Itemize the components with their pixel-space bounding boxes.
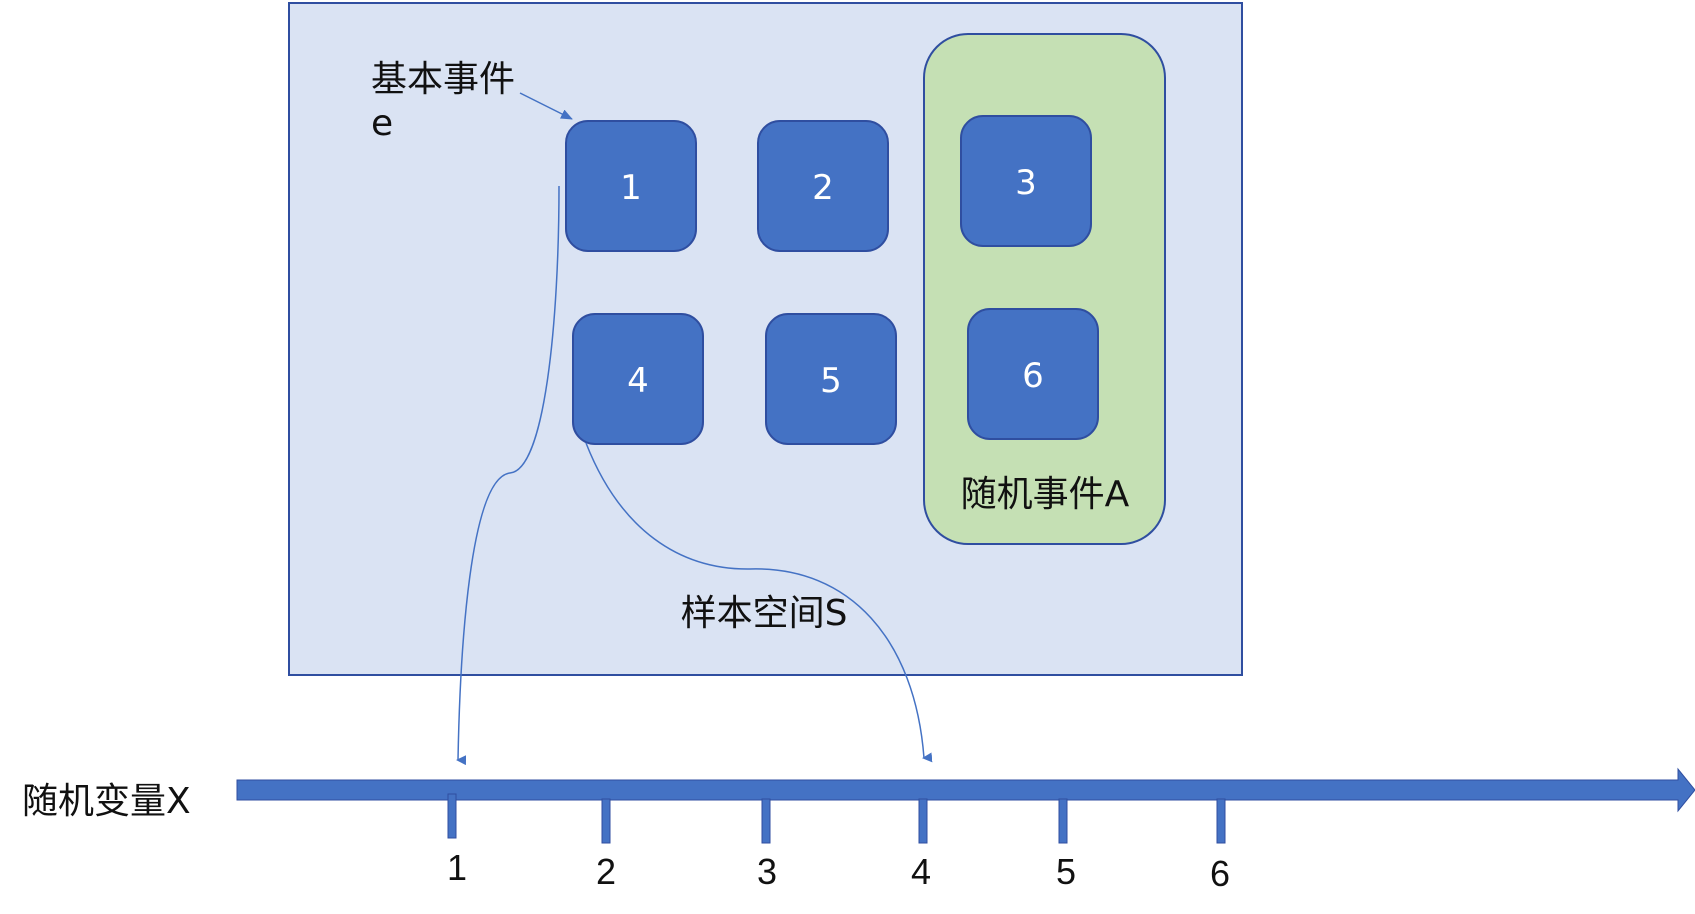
outcome-label-2: 2	[812, 168, 834, 208]
event-a-label: 随机事件A	[961, 474, 1130, 515]
outcome-label-5: 5	[820, 361, 842, 401]
axis-tick-3	[761, 798, 771, 844]
outcome-label-6: 6	[1022, 356, 1044, 396]
outcome-box-1: 1	[565, 120, 697, 252]
elementary-event-label-line1: 基本事件	[371, 59, 515, 100]
axis-tick-label-2: 2	[596, 851, 616, 892]
axis-tick-label-5: 5	[1056, 851, 1076, 892]
outcome-box-3: 3	[960, 115, 1092, 247]
outcome-box-6: 6	[967, 308, 1099, 440]
axis-label: 随机变量X	[22, 781, 191, 822]
random-variable-diagram: 1 2 3 4 5 6 基本事件 e 随机事件A 样本空间S 随机变量X 1 2…	[22, 2, 1695, 894]
axis-tick-2	[601, 798, 611, 844]
event-a-region	[923, 33, 1166, 545]
axis-tick-5	[1058, 798, 1068, 844]
outcome-label-1: 1	[620, 168, 642, 208]
axis-tick-label-1: 1	[447, 847, 467, 888]
outcome-label-3: 3	[1015, 163, 1037, 203]
axis-tick-label-3: 3	[757, 851, 777, 892]
elementary-event-label-line2: e	[371, 103, 393, 144]
axis-tick-4	[918, 798, 928, 844]
axis-tick-6	[1216, 798, 1226, 844]
outcome-box-2: 2	[757, 120, 889, 252]
axis-tick-label-6: 6	[1210, 853, 1230, 894]
outcome-box-4: 4	[572, 313, 704, 445]
outcome-label-4: 4	[627, 361, 649, 401]
outcome-box-5: 5	[765, 313, 897, 445]
axis-tick-label-4: 4	[911, 851, 931, 892]
axis-tick-1	[447, 793, 457, 839]
sample-space-label: 样本空间S	[681, 593, 848, 634]
